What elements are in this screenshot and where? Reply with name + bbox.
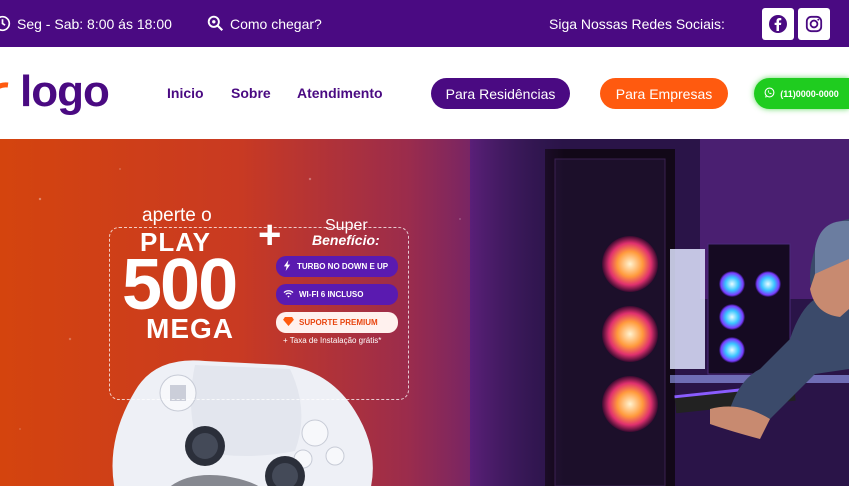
benefit-wifi: WI-FI 6 INCLUSO <box>276 284 398 305</box>
benefit-turbo: TURBO NO DOWN E UP <box>276 256 398 277</box>
clock-icon <box>0 15 11 32</box>
instagram-icon <box>805 15 823 33</box>
gamer-setup-illustration <box>470 139 849 486</box>
top-bar: Seg - Sab: 8:00 ás 18:00 Como chegar? Si… <box>0 0 849 47</box>
social-label-text: Siga Nossas Redes Sociais: <box>549 15 725 32</box>
bolt-icon <box>283 260 292 273</box>
plus-icon: + <box>258 213 282 257</box>
diamond-icon <box>283 317 294 328</box>
promo-beneficio-text: Benefício: <box>312 232 380 248</box>
wifi-icon <box>283 289 294 300</box>
benefit-suporte: SUPORTE PREMIUM <box>276 312 398 333</box>
promo-speed-unit: MEGA <box>146 313 234 344</box>
para-empresas-button[interactable]: Para Empresas <box>600 78 728 109</box>
promo-aperte-text: aperte o <box>142 205 212 226</box>
opening-hours-text: Seg - Sab: 8:00 ás 18:00 <box>17 15 172 32</box>
opening-hours: Seg - Sab: 8:00 ás 18:00 <box>0 0 172 47</box>
benefit-wifi-text: WI-FI 6 INCLUSO <box>299 290 364 299</box>
whatsapp-number: (11)0000-0000 <box>780 88 839 99</box>
promo-speed-number: 500 <box>122 245 238 325</box>
benefit-turbo-text: TURBO NO DOWN E UP <box>297 262 389 271</box>
social-label: Siga Nossas Redes Sociais: <box>549 0 725 47</box>
logo[interactable]: logo <box>20 67 110 117</box>
promo-taxa-text: + Taxa de Instalação grátis* <box>283 336 382 345</box>
facebook-button[interactable] <box>762 8 794 40</box>
main-header: logo Inicio Sobre Atendimento Para Resid… <box>0 47 849 139</box>
para-residencias-button[interactable]: Para Residências <box>431 78 570 109</box>
nav-inicio[interactable]: Inicio <box>167 85 204 101</box>
directions-text: Como chegar? <box>230 15 322 32</box>
whatsapp-icon <box>764 87 775 100</box>
nav-atendimento[interactable]: Atendimento <box>297 85 383 101</box>
facebook-icon <box>768 14 788 34</box>
whatsapp-button[interactable]: (11)0000-0000 <box>754 78 849 109</box>
logo-wave-icon <box>0 77 20 116</box>
hero-banner[interactable]: aperte o PLAY 500 MEGA + Super Benefício… <box>0 139 849 486</box>
directions-link[interactable]: Como chegar? <box>207 0 322 47</box>
instagram-button[interactable] <box>798 8 830 40</box>
benefit-suporte-text: SUPORTE PREMIUM <box>299 318 378 327</box>
search-location-icon <box>207 15 224 32</box>
nav-sobre[interactable]: Sobre <box>231 85 271 101</box>
